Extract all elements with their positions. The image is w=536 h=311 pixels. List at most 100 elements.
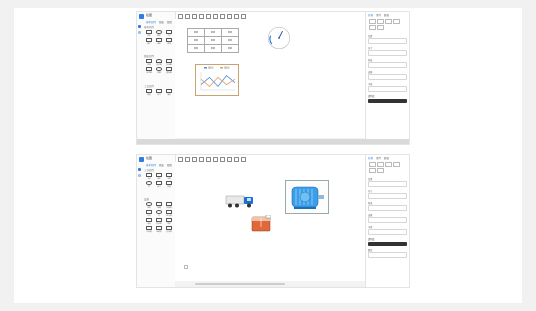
border-field[interactable] [368,217,407,223]
gauge-component[interactable] [267,26,291,50]
align-center-button[interactable] [376,18,384,24]
component-item[interactable]: 阀门 [154,180,164,188]
component-item[interactable]: 显示屏 [164,209,174,217]
alignment-buttons [368,18,406,30]
align-center-button[interactable] [376,161,384,167]
motor-component[interactable] [285,180,329,214]
opacity-slider[interactable] [368,99,407,103]
scrollbar-thumb[interactable] [195,283,285,285]
tab-events[interactable]: 事件 [376,157,381,160]
rectangle-icon [146,30,152,34]
component-item[interactable]: 水箱 [164,172,174,180]
component-item[interactable]: 折线图 [164,58,174,66]
component-item[interactable]: 传感器 [164,201,174,209]
component-item[interactable]: 表格 [144,58,154,66]
background-field[interactable] [368,205,407,211]
position-field[interactable] [368,181,407,187]
tab-data[interactable]: 数据 [384,14,389,17]
component-item[interactable]: 文本 [164,29,174,37]
font-field[interactable] [368,86,407,92]
component-item[interactable]: 阀门 [154,88,164,96]
component-item[interactable]: 锅炉 [164,217,174,225]
app-title: 绘图 [146,13,153,17]
component-item[interactable]: 管道 [164,180,174,188]
tab-events[interactable]: 事件 [376,14,381,17]
component-item[interactable]: 泵 [144,180,154,188]
anchor-marker [184,265,188,269]
component-item[interactable]: 图片 [144,37,154,45]
component-item[interactable]: 仪表盘 [154,58,164,66]
align-bottom-button[interactable] [376,24,384,30]
component-item[interactable]: 管道 [144,88,154,96]
table-row: 数据 数据 数据 [187,28,239,37]
align-middle-button[interactable] [368,24,376,30]
tab-appearance[interactable]: 外观 [368,157,373,160]
tab-drawings[interactable]: 图纸 [167,164,172,167]
line-chart-component[interactable]: 系列1 系列2 [195,64,239,96]
component-item[interactable]: 圆形 [154,29,164,37]
text-icon [166,30,172,34]
cooling-tower-icon [146,226,152,230]
component-item[interactable]: 电池 [144,217,154,225]
rail-components-icon[interactable] [138,25,141,28]
align-bottom-button[interactable] [376,167,384,173]
tab-charts[interactable]: 图表 [159,164,164,167]
drawing-canvas[interactable]: 数据 数据 数据 数据 数据 数据 数据 数据 数据 系列1 系列2 [175,19,366,138]
position-field[interactable] [368,38,407,44]
component-item[interactable]: 电机 [154,172,164,180]
table-row: 数据 数据 数据 [187,36,239,45]
bar-chart-icon [146,67,152,71]
component-item[interactable]: 电机 [164,88,174,96]
table-component[interactable]: 数据 数据 数据 数据 数据 数据 数据 数据 数据 [187,28,239,53]
chart-axis [200,72,235,91]
tab-basic[interactable]: 基本组件 [146,164,156,167]
component-item[interactable]: 风机 [144,201,154,209]
water-tank-component[interactable] [251,215,271,232]
component-item[interactable]: 饼图 [154,66,164,74]
component-item[interactable]: 矩形 [144,29,154,37]
sidebar-tabs: 基本组件 图表 图纸 [146,20,175,24]
font-field[interactable] [368,229,407,235]
align-left-button[interactable] [368,18,376,24]
chart-grid: 表格 仪表盘 折线图 柱状图 饼图 面积图 [144,58,174,74]
tank-icon [166,173,172,177]
truck-component[interactable] [225,193,255,209]
align-left-button[interactable] [368,161,376,167]
sidebar-rail [137,165,143,180]
rail-layers-icon[interactable] [138,174,141,177]
component-item[interactable]: 按钮 [164,37,174,45]
component-item[interactable]: 压缩机 [154,225,164,233]
horizontal-scrollbar[interactable] [175,281,366,287]
component-grid: 卡车 电机 水箱 泵 阀门 管道 [144,172,174,188]
component-item[interactable]: 变压器 [154,217,164,225]
component-item[interactable]: 柱状图 [144,66,154,74]
component-item[interactable]: 灯 [154,209,164,217]
component-item[interactable]: 开关 [144,209,154,217]
drawing-canvas[interactable] [175,162,366,281]
component-item[interactable]: 线条 [154,37,164,45]
component-item[interactable]: 卡车 [144,172,154,180]
rail-layers-icon[interactable] [138,31,141,34]
background-field[interactable] [368,62,407,68]
align-middle-button[interactable] [368,167,376,173]
border-field[interactable] [368,74,407,80]
align-right-button[interactable] [384,161,392,167]
component-item[interactable]: 储罐 [154,201,164,209]
rail-components-icon[interactable] [138,168,141,171]
align-top-button[interactable] [392,18,400,24]
tab-basic[interactable]: 基本组件 [146,21,156,24]
component-item[interactable]: 过滤器 [164,225,174,233]
alignment-buttons [368,161,406,173]
tab-appearance[interactable]: 外观 [368,14,373,17]
color-field[interactable] [368,252,407,258]
align-top-button[interactable] [392,161,400,167]
opacity-slider[interactable] [368,242,407,246]
size-field[interactable] [368,193,407,199]
tab-drawings[interactable]: 图纸 [167,21,172,24]
component-item[interactable]: 面积图 [164,66,174,74]
tab-charts[interactable]: 图表 [159,21,164,24]
tab-data[interactable]: 数据 [384,157,389,160]
size-field[interactable] [368,50,407,56]
component-item[interactable]: 冷却塔 [144,225,154,233]
align-right-button[interactable] [384,18,392,24]
